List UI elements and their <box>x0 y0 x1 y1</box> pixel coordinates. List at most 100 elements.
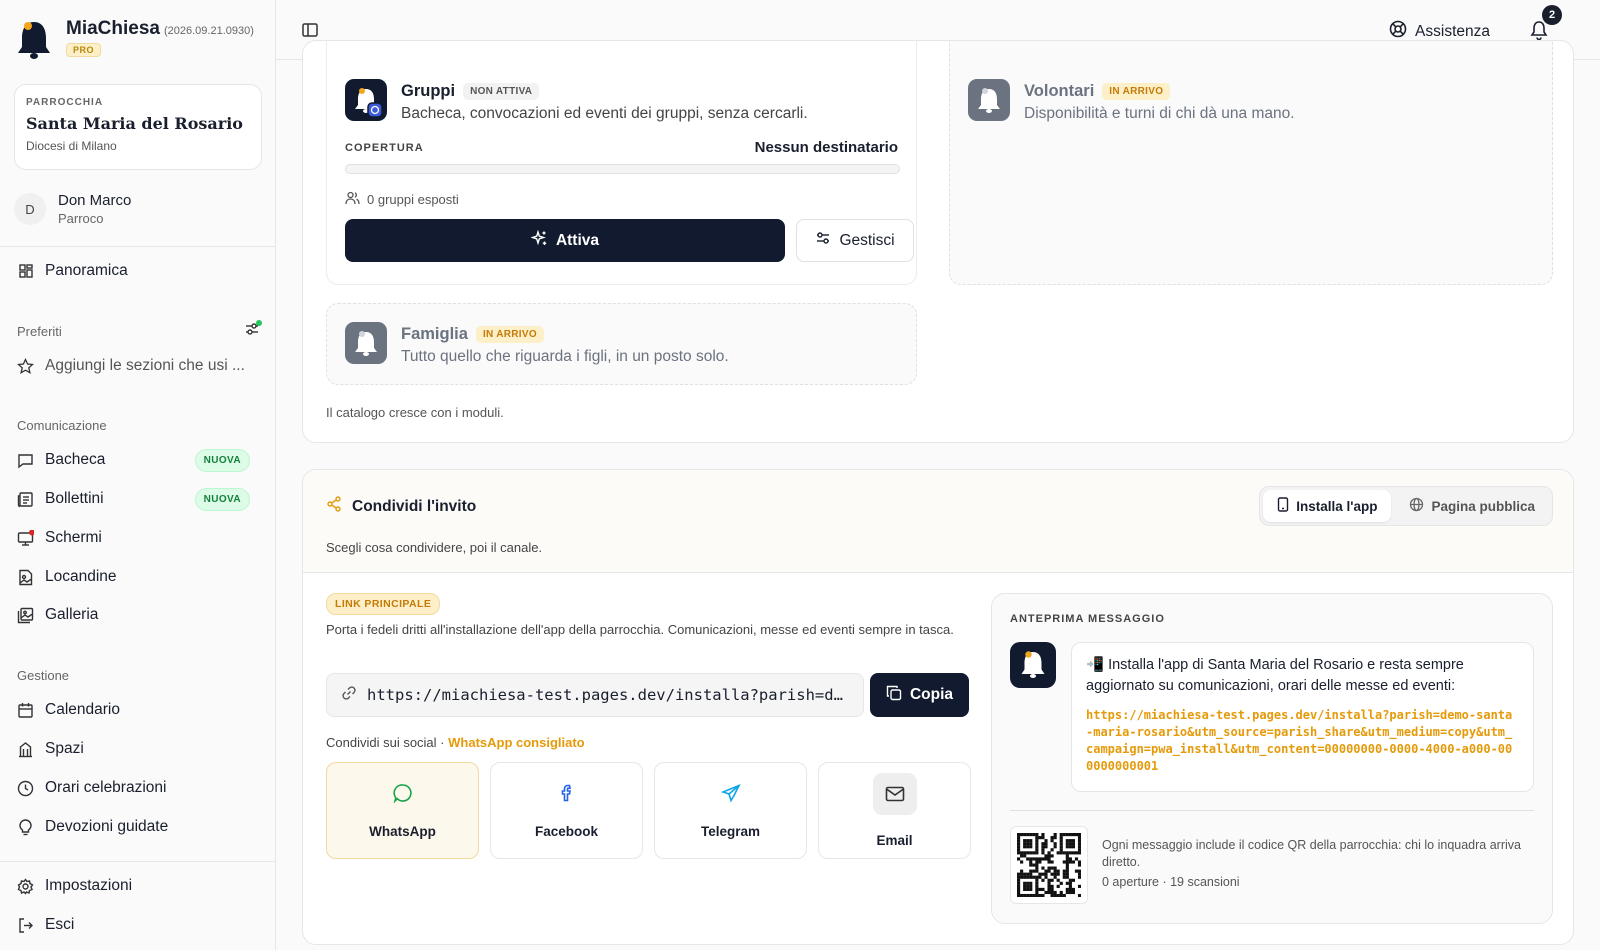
newspaper-icon <box>17 491 34 508</box>
divider <box>0 861 276 862</box>
sidebar-item-label: Calendario <box>45 701 120 718</box>
brand[interactable]: MiaChiesa (2026.09.21.0930) PRO <box>16 18 254 60</box>
activate-label: Attiva <box>555 231 600 249</box>
sidebar-item-label: Orari celebrazioni <box>45 779 167 796</box>
module-title: Famiglia IN ARRIVO <box>401 325 544 344</box>
building-icon <box>17 741 34 758</box>
users-icon <box>345 191 360 208</box>
preview-bubble: 📲 Installa l'app di Santa Maria del Rosa… <box>1071 642 1534 792</box>
sidebar-item-label: Bollettini <box>45 490 104 507</box>
sidebar-item-label: Locandine <box>45 568 117 585</box>
clock-icon <box>17 780 34 797</box>
share-target-tabs: Installa l'app Pagina pubblica <box>1259 486 1553 526</box>
sidebar-item-locandine[interactable]: Locandine <box>17 563 262 591</box>
share-facebook-button[interactable]: Facebook <box>490 762 643 859</box>
star-icon <box>17 357 34 375</box>
module-logo <box>968 79 1010 121</box>
sidebar-item-label: Schermi <box>45 529 102 546</box>
notifications-count-badge: 2 <box>1542 5 1562 25</box>
link-description: Porta i fedeli dritti all'installazione … <box>326 622 954 637</box>
manage-label: Gestisci <box>839 231 895 249</box>
brand-version: (2026.09.21.0930) <box>163 25 254 37</box>
catalog-footer: Il catalogo cresce con i moduli. <box>326 405 504 420</box>
share-title-text: Condividi l'invito <box>352 497 477 515</box>
sidebar-item-calendario[interactable]: Calendario <box>17 696 262 724</box>
preview-label: ANTEPRIMA MESSAGGIO <box>1010 613 1165 625</box>
share-email-button[interactable]: Email <box>818 762 971 859</box>
share-panel: Condividi l'invito Scegli cosa condivide… <box>302 469 1574 945</box>
share-subtitle: Scegli cosa condividere, poi il canale. <box>326 540 543 555</box>
sidebar-item-label: Galleria <box>45 606 99 623</box>
channel-label: WhatsApp <box>369 823 436 839</box>
sidebar-item-schermi[interactable]: Schermi <box>17 524 262 552</box>
share-whatsapp-button[interactable]: WhatsApp <box>326 762 479 859</box>
sidebar-item-label: Spazi <box>45 740 84 757</box>
module-title: Volontari IN ARRIVO <box>1024 82 1171 101</box>
sidebar-item-devozioni-guidate[interactable]: Devozioni guidate <box>17 813 262 841</box>
user-profile[interactable]: D Don Marco Parroco <box>14 192 131 226</box>
module-card-famiglia: Famiglia IN ARRIVO Tutto quello che rigu… <box>326 303 917 385</box>
avatar: D <box>14 193 46 225</box>
groups-exposed: 0 gruppi esposti <box>345 191 459 208</box>
sidebar-item-label: Esci <box>45 916 75 933</box>
manage-button[interactable]: Gestisci <box>796 219 914 262</box>
section-label-management: Gestione <box>17 668 70 683</box>
telegram-icon <box>720 783 741 806</box>
sidebar-item-bollettini[interactable]: Bollettini NUOVA <box>17 485 262 513</box>
message-preview: ANTEPRIMA MESSAGGIO 📲 Installa l'app di … <box>991 593 1553 924</box>
divider <box>1010 810 1534 811</box>
sidebar-item-label: Aggiungi le sezioni che usi ... <box>45 357 245 374</box>
status-badge: IN ARRIVO <box>475 326 544 343</box>
divider <box>0 246 276 247</box>
sidebar-item-impostazioni[interactable]: Impostazioni <box>17 872 262 900</box>
share-icon <box>326 496 342 517</box>
module-card-volontari: Volontari IN ARRIVO Disponibilità e turn… <box>949 41 1553 285</box>
link-field[interactable]: https://miachiesa-test.pages.dev/install… <box>326 673 864 717</box>
parish-name: Santa Maria del Rosario <box>26 114 243 133</box>
gallery-icon <box>17 607 34 624</box>
sidebar-item-galleria[interactable]: Galleria <box>17 601 262 629</box>
sidebar-item-add-favorites[interactable]: Aggiungi le sezioni che usi ... <box>17 352 262 380</box>
sidebar-item-spazi[interactable]: Spazi <box>17 735 262 763</box>
qr-code <box>1010 826 1088 904</box>
share-telegram-button[interactable]: Telegram <box>654 762 807 859</box>
social-label: Condividi sui social · WhatsApp consigli… <box>326 735 585 750</box>
sidebar: MiaChiesa (2026.09.21.0930) PRO PARROCCHI… <box>0 0 276 950</box>
tab-pagina-pubblica[interactable]: Pagina pubblica <box>1395 490 1549 522</box>
section-label-communication: Comunicazione <box>17 418 107 433</box>
parish-card[interactable]: PARROCCHIA Santa Maria del Rosario Dioce… <box>14 84 262 170</box>
user-name: Don Marco <box>58 192 132 209</box>
sparkles-icon <box>530 229 548 252</box>
copy-icon <box>886 685 902 706</box>
activate-button[interactable]: Attiva <box>345 219 785 262</box>
brand-name: MiaChiesa <box>66 18 160 39</box>
status-badge: IN ARRIVO <box>1102 83 1171 100</box>
copy-label: Copia <box>909 686 954 703</box>
bell-logo-icon <box>18 22 50 59</box>
edit-favorites-icon[interactable] <box>244 320 262 343</box>
module-card-gruppi: Gruppi NON ATTIVA Bacheca, convocazioni … <box>326 41 917 285</box>
globe-icon <box>1409 497 1424 515</box>
sidebar-item-orari-celebrazioni[interactable]: Orari celebrazioni <box>17 774 262 802</box>
sidebar-item-label: Impostazioni <box>45 877 133 894</box>
preview-link[interactable]: https://miachiesa-test.pages.dev/install… <box>1086 707 1519 775</box>
file-image-icon <box>17 569 34 586</box>
gear-icon <box>17 877 34 895</box>
share-header: Condividi l'invito Scegli cosa condivide… <box>303 470 1573 573</box>
sidebar-item-esci[interactable]: Esci <box>17 911 262 939</box>
module-title: Gruppi NON ATTIVA <box>401 82 540 101</box>
sidebar-item-overview[interactable]: Panoramica <box>17 257 262 285</box>
smartphone-icon <box>1277 497 1289 515</box>
sidebar-item-label: Bacheca <box>45 451 106 468</box>
copy-button[interactable]: Copia <box>870 673 969 717</box>
sidebar-item-label: Panoramica <box>45 262 128 279</box>
logout-icon <box>17 917 34 934</box>
sidebar-item-bacheca[interactable]: Bacheca NUOVA <box>17 446 262 474</box>
module-description: Bacheca, convocazioni ed eventi dei grup… <box>401 105 808 122</box>
module-description: Tutto quello che riguarda i figli, in un… <box>401 348 729 365</box>
whatsapp-icon <box>392 783 413 806</box>
channel-label: Email <box>876 833 913 848</box>
help-label: Assistenza <box>1415 22 1490 40</box>
message-square-icon <box>17 452 34 469</box>
tab-installa-app[interactable]: Installa l'app <box>1263 490 1392 522</box>
